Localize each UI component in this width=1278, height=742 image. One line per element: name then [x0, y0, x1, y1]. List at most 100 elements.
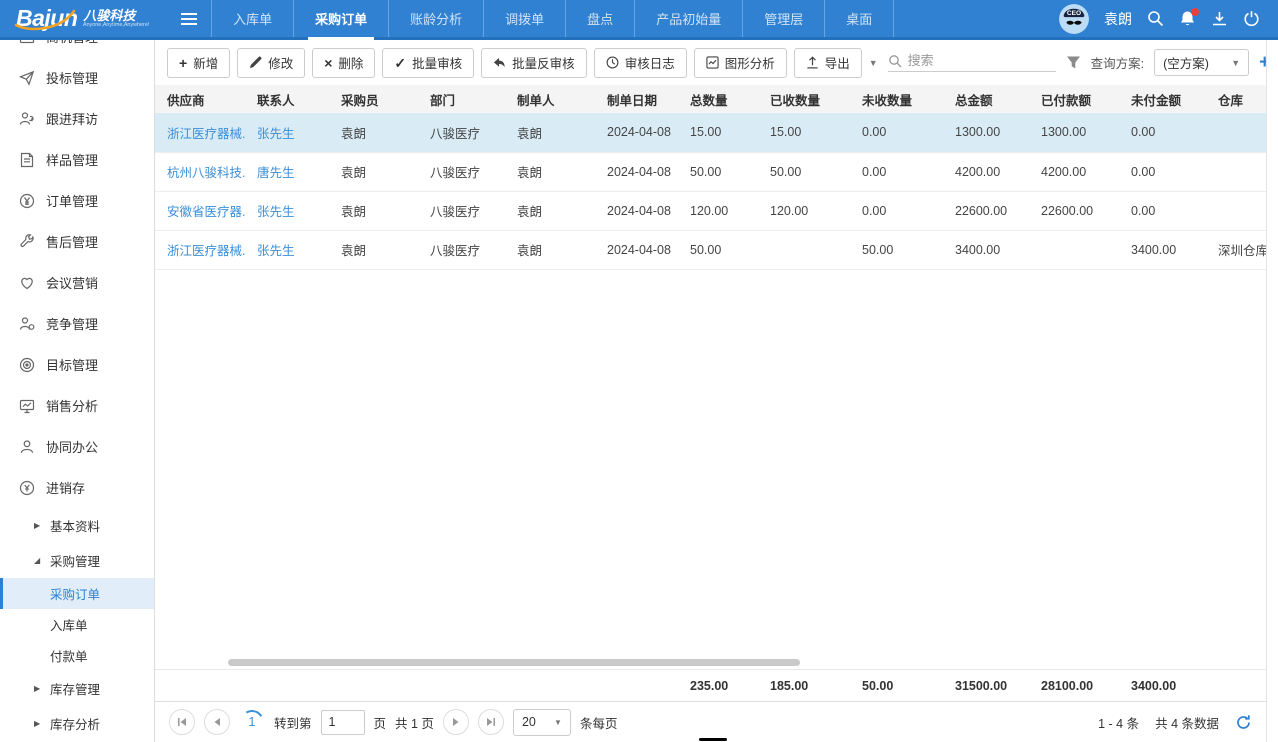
- table-empty-area: [155, 270, 1266, 657]
- chevron-down-icon[interactable]: ▼: [869, 58, 878, 68]
- main-content: + 新增 修改 × 删除 ✓ 批量审核 批量反审核: [155, 40, 1266, 742]
- power-icon[interactable]: [1243, 10, 1260, 27]
- col-buyer[interactable]: 采购员: [329, 85, 418, 113]
- sidebar-item-meeting-marketing[interactable]: 会议营销: [0, 262, 154, 303]
- search-icon[interactable]: [1147, 10, 1164, 27]
- sidebar-item-samples[interactable]: 样品管理: [0, 139, 154, 180]
- sidebar-item-bidding[interactable]: 投标管理: [0, 57, 154, 98]
- graph-analysis-button[interactable]: 图形分析: [694, 48, 787, 78]
- batch-approve-button[interactable]: ✓ 批量审核: [382, 48, 474, 78]
- menu-toggle-icon[interactable]: [167, 0, 211, 37]
- sidebar-item-competition[interactable]: 竞争管理: [0, 303, 154, 344]
- goto-page-input[interactable]: [321, 710, 365, 735]
- query-plan-select[interactable]: (空方案) ▼: [1154, 49, 1249, 76]
- last-page-button[interactable]: [478, 709, 504, 735]
- col-qty[interactable]: 总数量: [678, 85, 758, 113]
- tree-item-stock-analysis[interactable]: ▶ 库存分析: [0, 706, 154, 741]
- sidebar-item-orders[interactable]: 订单管理: [0, 180, 154, 221]
- col-maker[interactable]: 制单人: [505, 85, 595, 113]
- table-row[interactable]: 安徽省医疗器... 张先生 袁朗 八骏医疗 袁朗 2024-04-08 120.…: [155, 191, 1266, 230]
- avatar[interactable]: CEO: [1059, 4, 1089, 34]
- col-received[interactable]: 已收数量: [758, 85, 850, 113]
- tree-item-stock-mgmt[interactable]: ▶ 库存管理: [0, 671, 154, 706]
- col-date[interactable]: 制单日期: [595, 85, 678, 113]
- first-page-button[interactable]: [169, 709, 195, 735]
- tree-item-purchase-mgmt[interactable]: ◢ 采购管理: [0, 543, 154, 578]
- table-row[interactable]: 杭州八骏科技... 唐先生 袁朗 八骏医疗 袁朗 2024-04-08 50.0…: [155, 152, 1266, 191]
- tree-item-basic-data[interactable]: ▶ 基本资料: [0, 508, 154, 543]
- sidebar-item-targets[interactable]: 目标管理: [0, 344, 154, 385]
- col-dept[interactable]: 部门: [418, 85, 505, 113]
- filter-funnel-icon[interactable]: [1066, 55, 1081, 70]
- supplier-link[interactable]: 浙江医疗器械...: [155, 230, 245, 269]
- contact-link[interactable]: 张先生: [245, 113, 329, 152]
- page-size-select[interactable]: 20 ▼: [513, 709, 571, 736]
- tab-transfer[interactable]: 调拨单: [483, 0, 565, 37]
- delete-button[interactable]: × 删除: [312, 48, 375, 78]
- pagination-bar: 1 转到第 页 共 1 页 20 ▼ 条每页 1 - 4 条 共: [155, 701, 1266, 742]
- total-text: 共 4 条数据: [1155, 713, 1219, 732]
- next-page-button[interactable]: [443, 709, 469, 735]
- search-input[interactable]: [908, 53, 1038, 68]
- table-row[interactable]: 浙江医疗器械... 张先生 袁朗 八骏医疗 袁朗 2024-04-08 15.0…: [155, 113, 1266, 152]
- contact-link[interactable]: 张先生: [245, 191, 329, 230]
- tab-desktop[interactable]: 桌面: [824, 0, 894, 37]
- sidebar-item-inventory[interactable]: 进销存: [0, 467, 154, 508]
- contact-link[interactable]: 张先生: [245, 230, 329, 269]
- target-icon: [19, 357, 35, 373]
- range-text: 1 - 4 条: [1098, 713, 1139, 732]
- sidebar-item-follow-up[interactable]: 跟进拜访: [0, 98, 154, 139]
- sidebar-item-sales-analysis[interactable]: 销售分析: [0, 385, 154, 426]
- chart-icon: [706, 56, 719, 69]
- notification-bell-icon[interactable]: [1179, 10, 1196, 27]
- col-contact[interactable]: 联系人: [245, 85, 329, 113]
- pager-right: 1 - 4 条 共 4 条数据: [1098, 713, 1252, 732]
- sidebar: 商机管理 投标管理 跟进拜访 样品管理 订单管理 售后管理: [0, 40, 155, 742]
- sample-doc-icon: [19, 152, 35, 168]
- tab-aging-analysis[interactable]: 账龄分析: [388, 0, 483, 37]
- tab-stocktake[interactable]: 盘点: [565, 0, 634, 37]
- supplier-link[interactable]: 浙江医疗器械...: [155, 113, 245, 152]
- chevron-down-icon: ▼: [1231, 58, 1240, 68]
- wrench-icon: [19, 234, 35, 250]
- refresh-icon[interactable]: [1235, 714, 1252, 731]
- sidebar-item-collaboration[interactable]: 协同办公: [0, 426, 154, 467]
- total-pages-label: 共 1 页: [395, 713, 434, 732]
- competitor-icon: [19, 316, 35, 332]
- add-plan-icon[interactable]: +: [1259, 53, 1266, 72]
- col-unreceived[interactable]: 未收数量: [850, 85, 943, 113]
- prev-page-button[interactable]: [204, 709, 230, 735]
- edit-button[interactable]: 修改: [237, 48, 305, 78]
- audit-log-button[interactable]: 审核日志: [594, 48, 687, 78]
- tree-leaf-purchase-order[interactable]: 采购订单: [0, 578, 154, 609]
- contact-link[interactable]: 唐先生: [245, 152, 329, 191]
- check-icon: ✓: [394, 56, 406, 70]
- export-button[interactable]: 导出: [794, 48, 862, 78]
- chart-monitor-icon: [19, 398, 35, 414]
- supplier-link[interactable]: 安徽省医疗器...: [155, 191, 245, 230]
- table-row[interactable]: 浙江医疗器械... 张先生 袁朗 八骏医疗 袁朗 2024-04-08 50.0…: [155, 230, 1266, 269]
- sidebar-item-after-sales[interactable]: 售后管理: [0, 221, 154, 262]
- tree-leaf-payment[interactable]: 付款单: [0, 640, 154, 671]
- user-name[interactable]: 袁朗: [1104, 9, 1132, 29]
- tab-management[interactable]: 管理层: [742, 0, 824, 37]
- sidebar-item-opportunity[interactable]: 商机管理: [0, 40, 154, 57]
- summary-row: 235.00 185.00 50.00 31500.00 28100.00 34…: [155, 669, 1266, 701]
- current-page[interactable]: 1: [239, 709, 265, 735]
- col-paid[interactable]: 已付款额: [1029, 85, 1119, 113]
- chevron-right-icon: ▶: [34, 521, 43, 530]
- col-warehouse[interactable]: 仓库: [1206, 85, 1266, 113]
- tree-leaf-inbound[interactable]: 入库单: [0, 609, 154, 640]
- tab-inbound[interactable]: 入库单: [211, 0, 293, 37]
- col-unpaid[interactable]: 未付金额: [1119, 85, 1206, 113]
- horizontal-scrollbar-thumb[interactable]: [228, 659, 800, 666]
- batch-unapprove-button[interactable]: 批量反审核: [481, 48, 587, 78]
- col-supplier[interactable]: 供应商: [155, 85, 245, 113]
- download-icon[interactable]: [1211, 10, 1228, 27]
- app-logo: Bajun 八骏科技 Anyone,Anytime,Anywhere!: [0, 0, 167, 37]
- add-button[interactable]: + 新增: [167, 48, 230, 78]
- tab-product-initial[interactable]: 产品初始量: [634, 0, 742, 37]
- col-amount[interactable]: 总金额: [943, 85, 1029, 113]
- supplier-link[interactable]: 杭州八骏科技...: [155, 152, 245, 191]
- tab-purchase-order[interactable]: 采购订单: [293, 0, 388, 37]
